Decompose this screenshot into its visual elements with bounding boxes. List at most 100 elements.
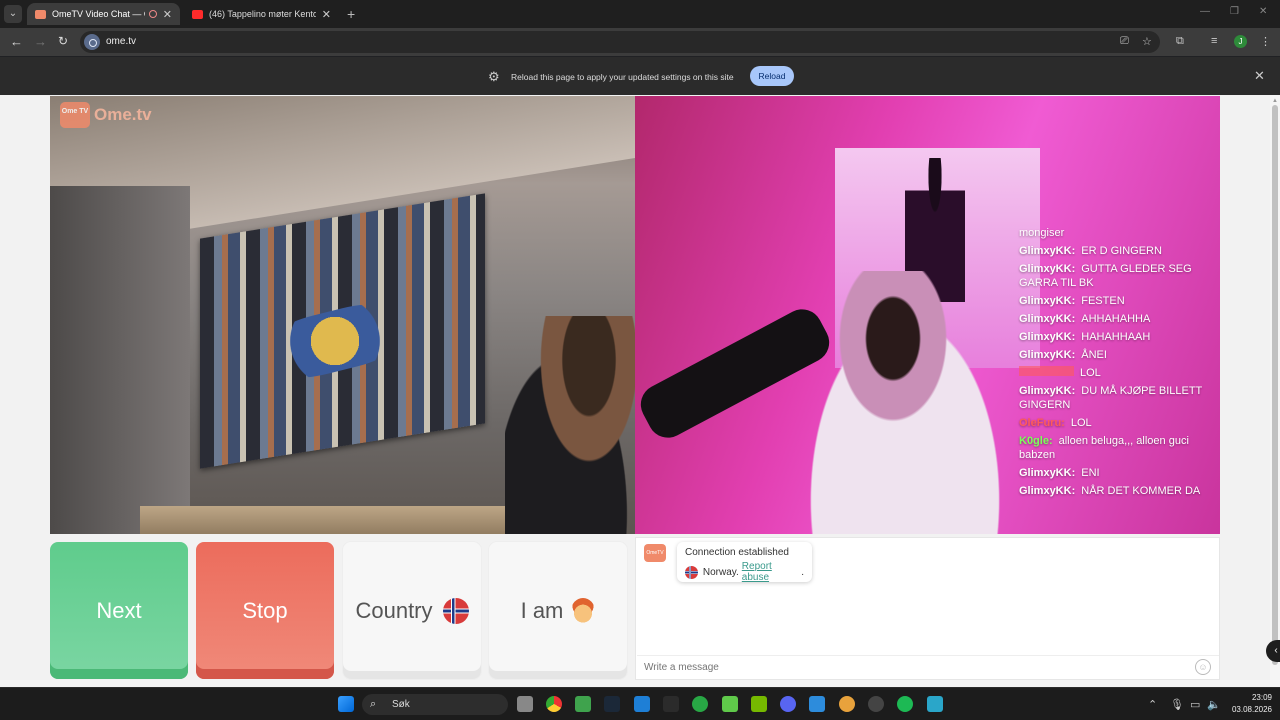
microphone-icon[interactable]: 🎙	[1170, 698, 1184, 711]
taskbar-clock[interactable]: 23:09 03.08.2026	[1222, 692, 1272, 716]
chat-panel: OmeTV Connection established Norway. Rep…	[635, 537, 1220, 680]
next-button[interactable]: Next	[50, 542, 188, 679]
browser-tab-bar: ⌄ OmeTV Video Chat — Ome ✕ (46) Tappelin…	[0, 0, 1280, 28]
stop-button[interactable]: Stop	[196, 542, 334, 679]
network-icon[interactable]: ▭	[1190, 698, 1200, 711]
close-tab-icon[interactable]: ✕	[163, 8, 172, 21]
volume-icon[interactable]: 🔈	[1207, 698, 1221, 711]
gender-button[interactable]: I am	[489, 542, 627, 679]
obs-icon[interactable]	[868, 696, 884, 712]
app-icon[interactable]	[839, 696, 855, 712]
stream-chat-user	[1019, 366, 1074, 376]
maximize-icon[interactable]: ❐	[1230, 6, 1239, 17]
discord-icon[interactable]	[780, 696, 796, 712]
chrome-icon[interactable]	[546, 696, 562, 712]
minecraft-icon[interactable]	[575, 696, 591, 712]
xbox-icon[interactable]	[722, 696, 738, 712]
back-icon[interactable]: ←	[10, 34, 23, 49]
epic-games-icon[interactable]	[663, 696, 679, 712]
stream-chat-line: GlimxyKK: FESTEN	[1019, 294, 1219, 308]
search-icon: ⌕	[370, 698, 377, 710]
stream-chat-user: OleFuru:	[1019, 417, 1065, 429]
app-icon[interactable]	[692, 696, 708, 712]
youtube-favicon-icon	[192, 9, 203, 19]
refresh-icon[interactable]: ↻	[58, 34, 68, 48]
norway-flag-icon	[442, 597, 469, 624]
remote-person	[785, 271, 1025, 534]
stream-chat-overlay: mongiser GlimxyKK: ER D GINGERN GlimxyKK: GU…	[1019, 226, 1219, 502]
taskbar-search[interactable]: Søk	[362, 694, 508, 715]
ometv-logo: Ome TV Ome.tv	[60, 102, 152, 128]
stream-chat-message: AHHAHAHHA	[1081, 313, 1151, 325]
profile-avatar[interactable]: J	[1234, 35, 1247, 48]
stream-chat-line: GlimxyKK: HAHAHHAAH	[1019, 330, 1219, 344]
stream-chat-message: ÅNEI	[1081, 349, 1107, 361]
stop-button-label: Stop	[242, 597, 288, 623]
tab-list-button[interactable]: ⌄	[4, 5, 22, 23]
infobar-message: Reload this page to apply your updated s…	[511, 72, 734, 82]
country-button-label: Country	[355, 597, 433, 623]
country-button[interactable]: Country	[343, 542, 481, 679]
scroll-up-icon[interactable]: ▲	[1272, 98, 1278, 104]
stream-chat-line: GlimxyKK: GUTTA GLEDER SEG GARRA TIL BK	[1019, 262, 1219, 290]
ometv-chat-icon: OmeTV	[644, 544, 666, 562]
menu-icon[interactable]: ⋮	[1260, 35, 1271, 48]
spotify-icon[interactable]	[897, 696, 913, 712]
close-tab-icon[interactable]: ✕	[322, 8, 331, 21]
stream-chat-user: GlimxyKK:	[1019, 385, 1076, 397]
stream-chat-message: LOL	[1070, 417, 1092, 429]
stream-chat-message: HAHAHHAAH	[1081, 331, 1151, 343]
forward-icon[interactable]: →	[34, 34, 47, 49]
site-info-icon[interactable]	[84, 34, 100, 50]
close-window-icon[interactable]: ✕	[1259, 6, 1267, 17]
windows-taskbar: Søk ⌕ ⌃ 🎙 ▭ 🔈 23:09 03.08.2026	[0, 687, 1280, 720]
report-abuse-link[interactable]: Report abuse	[742, 561, 801, 583]
next-button-label: Next	[96, 597, 142, 623]
app-icon[interactable]	[927, 696, 943, 712]
clock-time: 23:09	[1251, 693, 1272, 702]
url-text: ome.tv	[106, 36, 137, 47]
nvidia-icon[interactable]	[751, 696, 767, 712]
windows-start-icon[interactable]	[338, 696, 354, 712]
steam-icon[interactable]	[604, 696, 620, 712]
new-tab-icon[interactable]: +	[347, 6, 355, 22]
stream-chat-line: GlimxyKK: ER D GINGERN	[1019, 244, 1219, 258]
stream-chat-line: OleFuru: LOL	[1019, 416, 1219, 430]
tray-overflow-icon[interactable]: ⌃	[1148, 698, 1157, 711]
ometv-logo-icon: Ome TV	[60, 102, 90, 128]
browser-toolbar: ← → ↻ ome.tv ⎚ ☆ ⧉ ≡ ⋮	[0, 28, 1280, 56]
install-app-icon[interactable]: ⎚	[1120, 35, 1129, 48]
stream-chat-user: GlimxyKK:	[1019, 313, 1076, 325]
stream-chat-message: LOL	[1080, 367, 1101, 379]
stream-chat-message: ENI	[1081, 467, 1100, 479]
stream-chat-message: mongiser	[1019, 227, 1065, 239]
stream-chat-user: GlimxyKK:	[1019, 295, 1076, 307]
reload-infobar: ⚙ Reload this page to apply your updated…	[0, 57, 1280, 95]
tab-youtube[interactable]: (46) Tappelino møter Kentox fo ✕	[184, 3, 339, 25]
emoji-icon[interactable]: ☺	[1195, 659, 1211, 675]
stream-chat-line: mongiser	[1019, 226, 1219, 240]
media-control-icon[interactable]: ≡	[1211, 35, 1217, 47]
tab-ometv[interactable]: OmeTV Video Chat — Ome ✕	[27, 3, 180, 25]
extensions-icon[interactable]: ⧉	[1176, 35, 1184, 48]
page-scrollbar[interactable]: ▲	[1270, 95, 1280, 687]
message-input[interactable]	[637, 655, 1219, 679]
connection-status: Connection established	[685, 547, 789, 558]
gear-icon: ⚙	[488, 69, 500, 84]
stream-chat-message: FESTEN	[1081, 295, 1125, 307]
stream-chat-line: LOL	[1019, 366, 1219, 380]
close-icon[interactable]: ✕	[1254, 68, 1265, 84]
app-icon[interactable]	[634, 696, 650, 712]
photos-icon[interactable]	[809, 696, 825, 712]
scrollbar-thumb[interactable]	[1272, 105, 1278, 665]
remote-video: mongiser GlimxyKK: ER D GINGERN GlimxyKK: GU…	[635, 96, 1220, 534]
minimize-icon[interactable]: —	[1200, 6, 1210, 17]
reload-button[interactable]: Reload	[750, 66, 794, 86]
task-view-icon[interactable]	[517, 696, 533, 712]
stream-chat-line: GlimxyKK: NÅR DET KOMMER DA	[1019, 484, 1219, 498]
bookmark-star-icon[interactable]: ☆	[1142, 35, 1152, 48]
stream-chat-user: GlimxyKK:	[1019, 349, 1076, 361]
stream-chat-line: GlimxyKK: AHHAHAHHA	[1019, 312, 1219, 326]
stream-chat-user: GlimxyKK:	[1019, 331, 1076, 343]
address-bar[interactable]: ome.tv	[80, 31, 1160, 53]
